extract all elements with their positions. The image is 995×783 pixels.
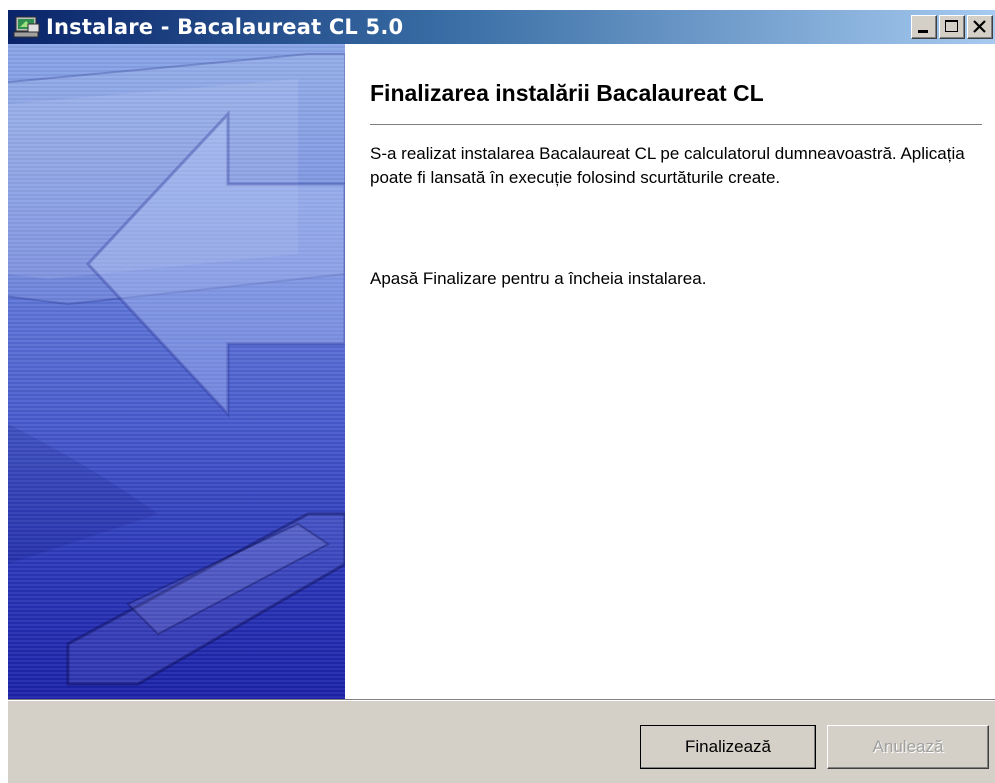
title-divider (370, 124, 982, 126)
title-buttons (909, 15, 993, 39)
installer-computer-icon (12, 14, 42, 40)
title-bar[interactable]: Instalare - Bacalaureat CL 5.0 (8, 10, 995, 44)
wizard-content: Finalizarea instalării Bacalaureat CL S-… (345, 44, 995, 699)
finish-instruction: Apasă Finalizare pentru a încheia instal… (370, 269, 707, 288)
completion-message: S-a realizat instalarea Bacalaureat CL p… (370, 144, 965, 187)
close-button[interactable] (967, 15, 993, 39)
finish-button[interactable]: Finalizează (640, 725, 816, 769)
button-area-divider (8, 699, 995, 701)
window-title: Instalare - Bacalaureat CL 5.0 (46, 15, 404, 39)
maximize-button[interactable] (939, 15, 965, 39)
close-icon (973, 20, 986, 33)
wizard-sidebar-image (8, 44, 345, 699)
computer-arrow-graphic (8, 53, 345, 686)
cancel-button[interactable]: Anulează (827, 725, 989, 769)
installer-window: Instalare - Bacalaureat CL 5.0 Finalizar… (6, 8, 995, 783)
minimize-icon (918, 30, 928, 33)
minimize-button[interactable] (911, 15, 937, 39)
page-title: Finalizarea instalării Bacalaureat CL (370, 80, 764, 106)
maximize-icon (945, 20, 958, 32)
